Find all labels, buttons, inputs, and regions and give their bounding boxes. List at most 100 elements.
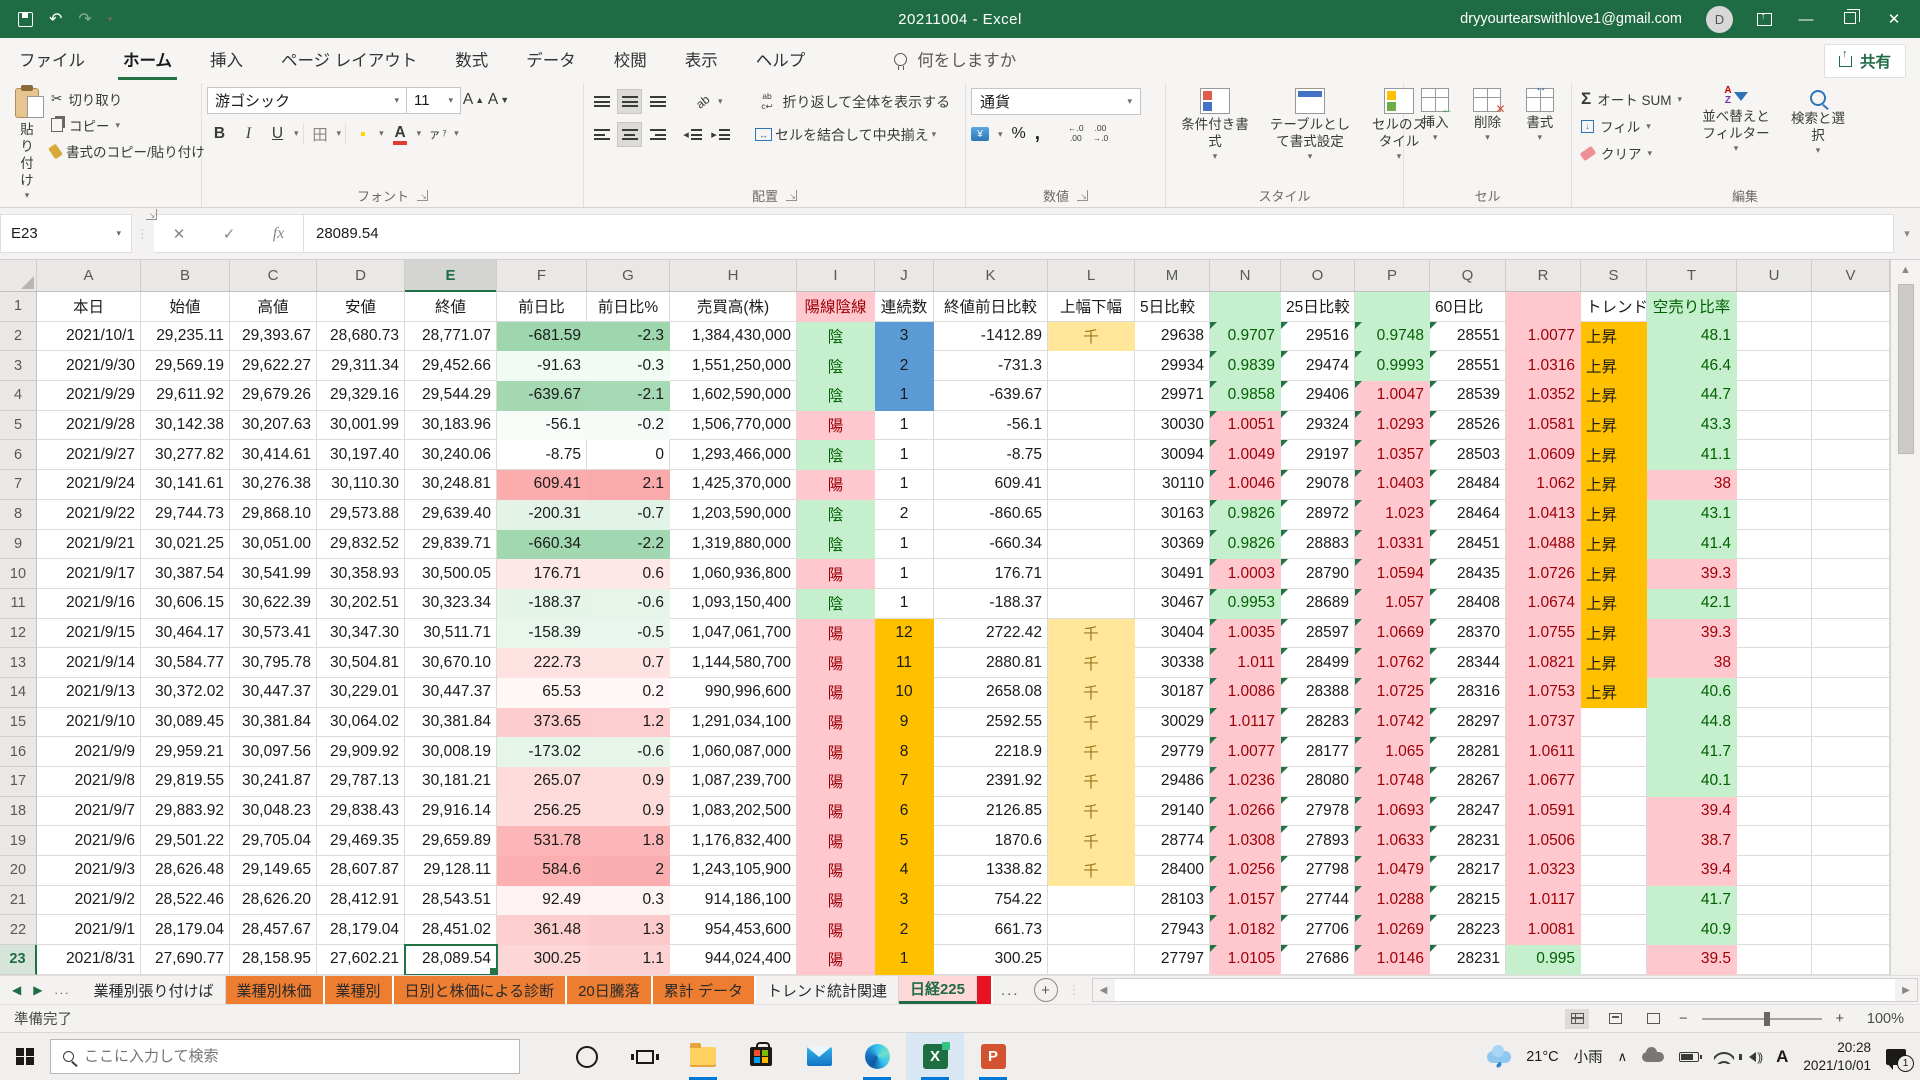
cell-L18[interactable]: 千 [1048,797,1135,827]
cell-O13[interactable]: 28499 [1281,648,1355,678]
formula-input[interactable]: 28089.54 [304,214,1894,253]
cell-I3[interactable]: 陰 [797,351,875,381]
italic-button[interactable]: I [236,121,261,146]
cell-D16[interactable]: 29,909.92 [317,737,405,767]
cell-F9[interactable]: -660.34 [497,530,587,560]
cell-C10[interactable]: 30,541.99 [230,559,317,589]
cell-R7[interactable]: 1.062 [1506,470,1581,500]
cell-G19[interactable]: 1.8 [587,826,670,856]
cell-L6[interactable] [1048,440,1135,470]
cell-U4[interactable] [1737,381,1812,411]
cell-Q9[interactable]: 28451 [1430,530,1506,560]
cell-L19[interactable]: 千 [1048,826,1135,856]
cell-P13[interactable]: 1.0762 [1355,648,1430,678]
cell-B10[interactable]: 30,387.54 [141,559,230,589]
cell-F15[interactable]: 373.65 [497,708,587,738]
cell-M16[interactable]: 29779 [1135,737,1210,767]
cell-E14[interactable]: 30,447.37 [405,678,497,708]
cell-P9[interactable]: 1.0331 [1355,530,1430,560]
wrap-text-label[interactable]: 折り返して全体を表示する [783,92,951,112]
cell-F12[interactable]: -158.39 [497,619,587,649]
cell-E15[interactable]: 30,381.84 [405,708,497,738]
cell-T2[interactable]: 48.1 [1647,322,1737,352]
cell-M3[interactable]: 29934 [1135,351,1210,381]
cell-K16[interactable]: 2218.9 [934,737,1048,767]
cell-J19[interactable]: 5 [875,826,934,856]
cell-P10[interactable]: 1.0594 [1355,559,1430,589]
cell-J1[interactable]: 連続数 [875,292,934,322]
cell-L13[interactable]: 千 [1048,648,1135,678]
cell-A16[interactable]: 2021/9/9 [37,737,141,767]
cell-M10[interactable]: 30491 [1135,559,1210,589]
fill-button[interactable]: ↓フィル▾ [1577,113,1686,139]
taskbar-powerpoint-icon[interactable]: P [964,1033,1022,1080]
cell-H16[interactable]: 1,060,087,000 [670,737,797,767]
cell-J20[interactable]: 4 [875,856,934,886]
cell-G11[interactable]: -0.6 [587,589,670,619]
cell-N12[interactable]: 1.0035 [1210,619,1281,649]
delete-cells-button[interactable]: ✕ 削除▾ [1465,84,1509,147]
number-dialog-launcher[interactable] [1077,190,1088,201]
cell-R12[interactable]: 1.0755 [1506,619,1581,649]
cell-F10[interactable]: 176.71 [497,559,587,589]
cell-F4[interactable]: -639.67 [497,381,587,411]
cell-S17[interactable] [1581,767,1647,797]
col-header-Q[interactable]: Q [1430,260,1506,291]
col-header-T[interactable]: T [1647,260,1737,291]
sheet-tab-日経225[interactable]: 日経225 [899,976,977,1004]
cell-Q19[interactable]: 28231 [1430,826,1506,856]
cell-J6[interactable]: 1 [875,440,934,470]
wifi-icon[interactable] [1714,1050,1734,1064]
cell-K20[interactable]: 1338.82 [934,856,1048,886]
sheet-tab-業種別株価[interactable]: 業種別株価 [226,976,325,1004]
cell-A18[interactable]: 2021/9/7 [37,797,141,827]
cell-L17[interactable]: 千 [1048,767,1135,797]
cell-F16[interactable]: -173.02 [497,737,587,767]
cell-H5[interactable]: 1,506,770,000 [670,411,797,441]
increase-decimal-icon[interactable]: ←.0.00 [1068,124,1084,144]
row-header-21[interactable]: 21 [0,886,37,916]
decrease-font-icon[interactable]: A▼ [486,87,511,112]
cell-K21[interactable]: 754.22 [934,886,1048,916]
cell-B12[interactable]: 30,464.17 [141,619,230,649]
cell-H12[interactable]: 1,047,061,700 [670,619,797,649]
col-header-E[interactable]: E [405,260,497,291]
cell-U21[interactable] [1737,886,1812,916]
cell-M23[interactable]: 27797 [1135,945,1210,975]
col-header-F[interactable]: F [497,260,587,291]
cell-B9[interactable]: 30,021.25 [141,530,230,560]
cell-H22[interactable]: 954,453,600 [670,915,797,945]
insert-function-icon[interactable]: fx [273,225,285,243]
cell-F14[interactable]: 65.53 [497,678,587,708]
cell-I11[interactable]: 陰 [797,589,875,619]
cell-D10[interactable]: 30,358.93 [317,559,405,589]
cell-E4[interactable]: 29,544.29 [405,381,497,411]
cell-V8[interactable] [1812,500,1890,530]
cell-Q22[interactable]: 28223 [1430,915,1506,945]
cell-I23[interactable]: 陽 [797,945,875,975]
cell-G5[interactable]: -0.2 [587,411,670,441]
cell-K11[interactable]: -188.37 [934,589,1048,619]
cell-J3[interactable]: 2 [875,351,934,381]
cell-R6[interactable]: 1.0609 [1506,440,1581,470]
cell-U7[interactable] [1737,470,1812,500]
cell-R1[interactable] [1506,292,1581,322]
cell-D3[interactable]: 29,311.34 [317,351,405,381]
cell-F19[interactable]: 531.78 [497,826,587,856]
cell-S3[interactable]: 上昇 [1581,351,1647,381]
cell-F13[interactable]: 222.73 [497,648,587,678]
cell-K17[interactable]: 2391.92 [934,767,1048,797]
cell-R17[interactable]: 1.0677 [1506,767,1581,797]
cell-J11[interactable]: 1 [875,589,934,619]
cell-S14[interactable]: 上昇 [1581,678,1647,708]
row-header-2[interactable]: 2 [0,322,37,352]
cell-P15[interactable]: 1.0742 [1355,708,1430,738]
row-header-4[interactable]: 4 [0,381,37,411]
cell-Q1[interactable]: 60日比 [1430,292,1506,322]
cell-G4[interactable]: -2.1 [587,381,670,411]
cell-E23[interactable]: 28,089.54 [405,945,497,975]
cell-O3[interactable]: 29474 [1281,351,1355,381]
cell-G12[interactable]: -0.5 [587,619,670,649]
cell-C3[interactable]: 29,622.27 [230,351,317,381]
cell-V5[interactable] [1812,411,1890,441]
